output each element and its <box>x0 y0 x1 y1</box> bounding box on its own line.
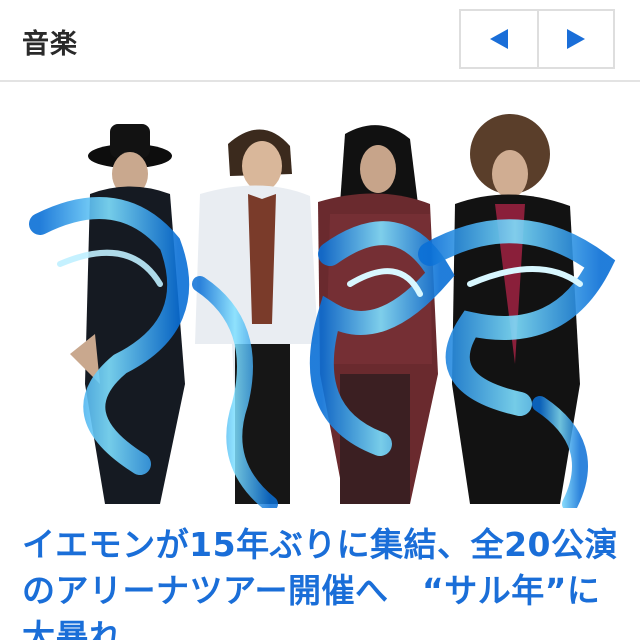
article-image[interactable] <box>0 84 640 508</box>
article-headline[interactable]: イエモンが15年ぶりに集結、全20公演のアリーナツアー開催へ “サル年”に大暴れ <box>22 522 622 640</box>
previous-button[interactable] <box>461 11 537 67</box>
music-news-page: 音楽 イエモンが15年ぶりに集結、全20公演のアリーナツアー開催へ “サル年”に… <box>0 0 640 640</box>
member-2-figure <box>195 129 318 504</box>
pager <box>459 9 615 69</box>
triangle-left-icon <box>490 29 508 49</box>
section-title: 音楽 <box>22 29 78 60</box>
next-button[interactable] <box>537 11 613 67</box>
section-header: 音楽 <box>0 0 640 82</box>
triangle-right-icon <box>567 29 585 49</box>
band-photo <box>29 114 616 508</box>
